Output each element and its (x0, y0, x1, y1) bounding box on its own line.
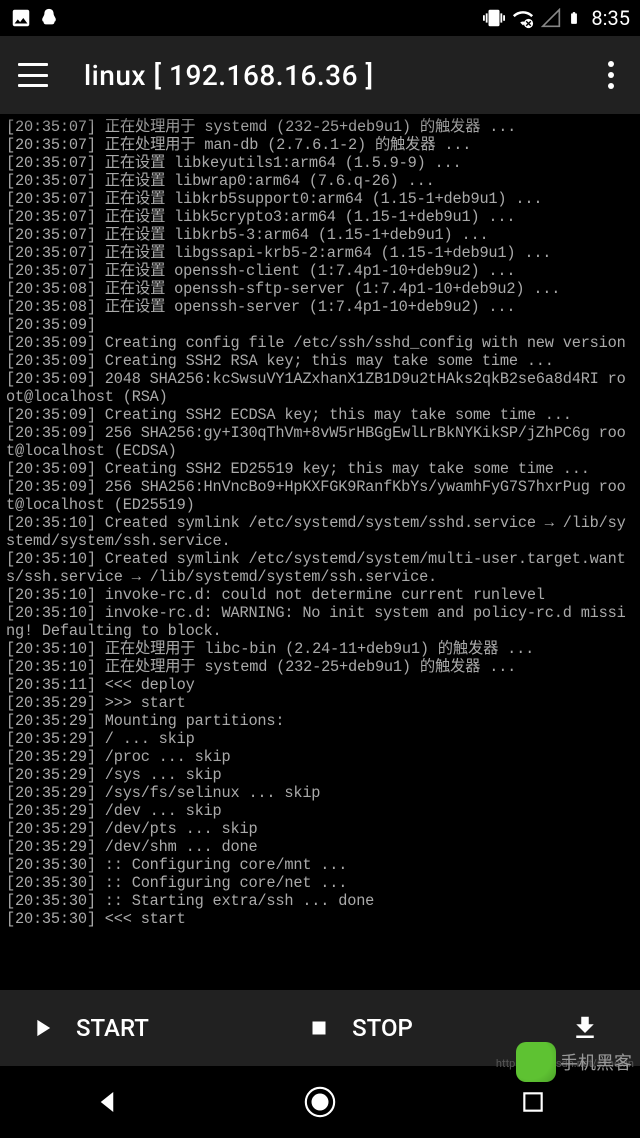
nav-recent[interactable] (483, 1089, 583, 1115)
app-title: linux [ 192.168.16.36 ] (84, 59, 374, 92)
wechat-icon (516, 1042, 556, 1082)
status-right: 8:35 (483, 6, 630, 30)
status-bar: 8:35 (0, 0, 640, 36)
watermark: 手机黑客 (516, 1042, 632, 1082)
vibrate-icon (483, 7, 505, 29)
play-icon (28, 1014, 56, 1042)
signal-icon (541, 8, 561, 28)
image-icon (10, 7, 32, 29)
more-button[interactable] (600, 53, 622, 97)
battery-icon (567, 7, 581, 29)
download-icon (570, 1013, 600, 1043)
status-time: 8:35 (591, 6, 630, 30)
stop-label: STOP (352, 1014, 413, 1042)
terminal-output[interactable]: [20:35:07] 正在处理用于 systemd (232-25+deb9u1… (0, 114, 640, 990)
nav-back[interactable] (57, 1087, 157, 1117)
status-left (10, 7, 60, 29)
stop-icon (306, 1015, 332, 1041)
stop-button[interactable]: STOP (278, 990, 441, 1066)
menu-button[interactable] (18, 63, 48, 87)
app-bar: linux [ 192.168.16.36 ] (0, 36, 640, 114)
wifi-icon (511, 7, 535, 29)
watermark-text: 手机黑客 (560, 1049, 632, 1075)
penguin-icon (38, 7, 60, 29)
start-button[interactable]: START (0, 990, 177, 1066)
start-label: START (76, 1014, 149, 1042)
nav-home[interactable] (270, 1085, 370, 1119)
